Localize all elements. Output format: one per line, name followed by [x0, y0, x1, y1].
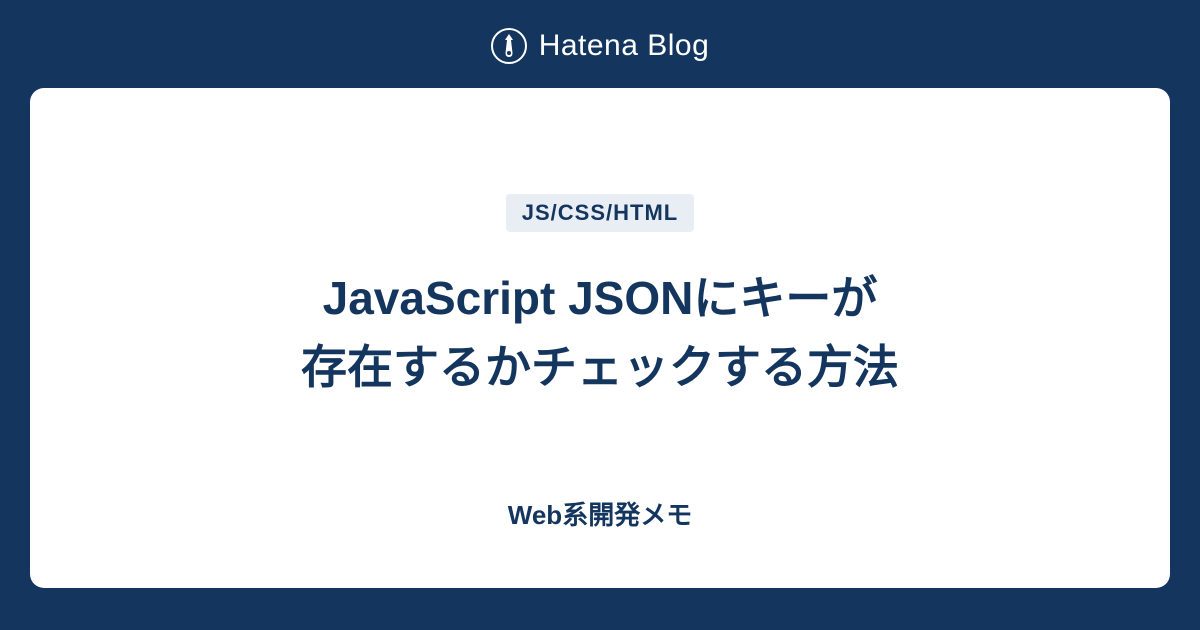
hatena-logo-icon — [491, 28, 527, 64]
category-badge: JS/CSS/HTML — [506, 194, 694, 232]
article-card: JS/CSS/HTML JavaScript JSONにキーが存在するかチェック… — [30, 88, 1170, 588]
blog-name: Web系開発メモ — [508, 495, 692, 532]
brand-text: Hatena Blog — [539, 29, 710, 63]
header: Hatena Blog — [491, 0, 710, 88]
article-title: JavaScript JSONにキーが存在するかチェックする方法 — [301, 264, 899, 402]
